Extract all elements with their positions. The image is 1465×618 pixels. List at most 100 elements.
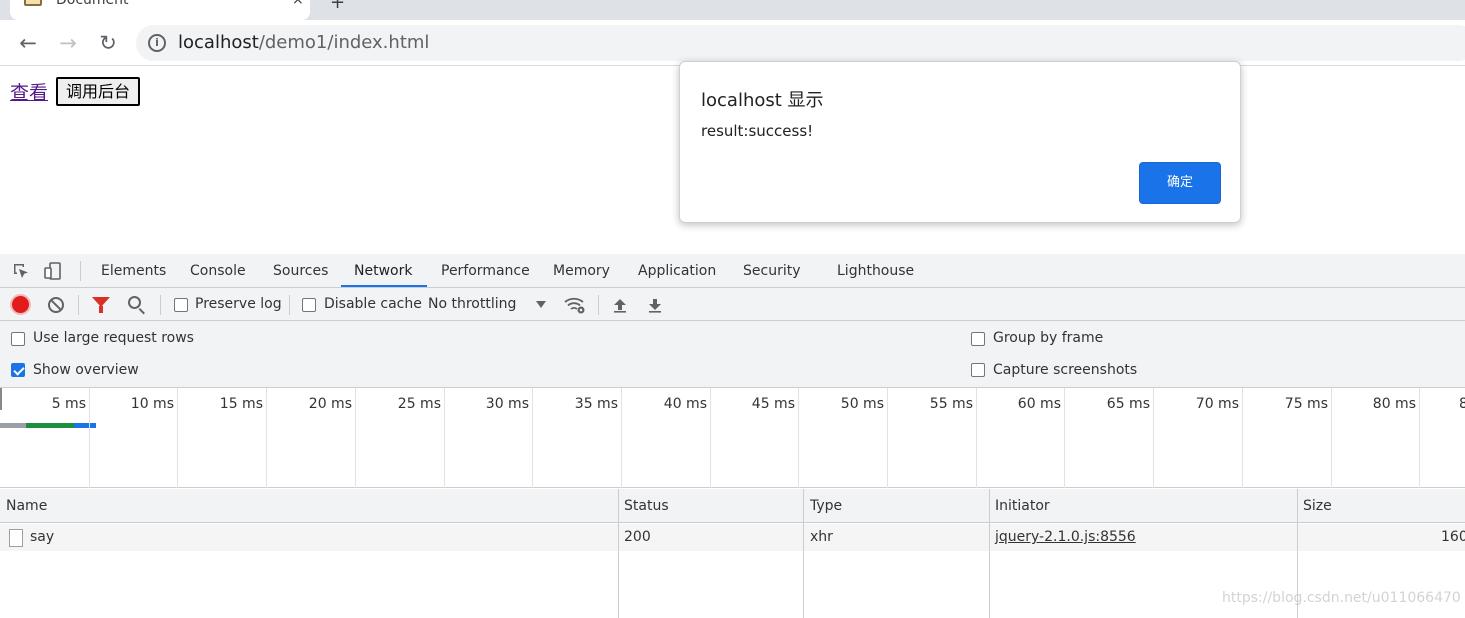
disable-cache-checkbox[interactable] — [302, 298, 316, 312]
tab-elements[interactable]: Elements — [101, 254, 166, 288]
request-name[interactable]: say — [30, 524, 54, 551]
forward-arrow-icon[interactable]: → — [54, 29, 82, 57]
tab-performance[interactable]: Performance — [441, 254, 530, 288]
timeline-tick-label: 30 ms — [485, 396, 529, 412]
active-tab-indicator — [341, 285, 427, 287]
search-icon[interactable] — [128, 296, 141, 309]
site-info-icon[interactable]: i — [148, 34, 166, 52]
timeline-tick-label: 8 — [1459, 396, 1465, 412]
timeline-gridline — [1242, 388, 1243, 488]
throttling-select[interactable]: No throttling — [428, 296, 516, 312]
timeline-gridline — [976, 388, 977, 488]
timeline-gridline — [444, 388, 445, 488]
timeline-gridline — [887, 388, 888, 488]
filter-icon[interactable] — [92, 297, 110, 313]
network-toolbar: Preserve log Disable cache No throttling — [0, 288, 1465, 321]
timeline-gridline — [621, 388, 622, 488]
timeline-gridline — [177, 388, 178, 488]
browser-tab[interactable]: Document × — [10, 0, 310, 20]
dialog-ok-button[interactable]: 确定 — [1139, 162, 1221, 204]
browser-toolbar: ← → ↻ i localhost/demo1/index.html — [0, 20, 1465, 66]
call-backend-button[interactable]: 调用后台 — [56, 77, 141, 106]
tab-console[interactable]: Console — [190, 254, 246, 288]
browser-window: Document × + ← → ↻ i localhost/demo1/ind… — [0, 0, 1465, 618]
timeline-tick-label: 65 ms — [1106, 396, 1150, 412]
timeline-tick-label: 15 ms — [219, 396, 263, 412]
request-initiator-link[interactable]: jquery-2.1.0.js:8556 — [995, 524, 1136, 551]
large-rows-label: Use large request rows — [33, 330, 194, 346]
timeline-tick-label: 5 ms — [51, 396, 86, 412]
alert-dialog: localhost 显示 result:success! 确定 — [679, 61, 1241, 223]
record-icon[interactable] — [12, 296, 29, 313]
timeline-gridline — [89, 388, 90, 488]
capture-screenshots-checkbox[interactable] — [971, 363, 985, 377]
url-path: /demo1/index.html — [258, 32, 430, 53]
timeline-tick-label: 60 ms — [1017, 396, 1061, 412]
disable-cache-label: Disable cache — [324, 296, 422, 312]
toolbar-separator — [160, 295, 161, 315]
tab-lighthouse[interactable]: Lighthouse — [837, 254, 914, 288]
column-divider[interactable] — [618, 489, 619, 618]
timeline-tick-label: 80 ms — [1372, 396, 1416, 412]
import-har-icon[interactable] — [612, 297, 628, 313]
large-rows-checkbox[interactable] — [11, 332, 25, 346]
device-toolbar-icon[interactable] — [44, 262, 62, 280]
timeline-gridline — [532, 388, 533, 488]
inspect-element-icon[interactable] — [12, 262, 30, 280]
show-overview-checkbox[interactable] — [11, 363, 25, 377]
export-har-icon[interactable] — [647, 297, 663, 313]
tab-network[interactable]: Network — [354, 254, 412, 288]
toolbar-separator — [598, 295, 599, 315]
devtools-panel: Elements Console Sources Network Perform… — [0, 254, 1465, 618]
url-host: localhost — [178, 32, 259, 53]
requests-table-header: Name Status Type Initiator Size — [0, 489, 1465, 523]
timeline-tick-label: 70 ms — [1195, 396, 1239, 412]
preserve-log-checkbox[interactable] — [174, 298, 188, 312]
waterfall-bar-waiting — [0, 423, 26, 428]
tab-application[interactable]: Application — [638, 254, 716, 288]
overview-handle[interactable] — [0, 388, 2, 410]
reload-icon[interactable]: ↻ — [94, 29, 122, 57]
tab-sources[interactable]: Sources — [273, 254, 328, 288]
column-type[interactable]: Type — [804, 489, 842, 523]
toolbar-separator — [289, 295, 290, 315]
back-arrow-icon[interactable]: ← — [14, 29, 42, 57]
request-type: xhr — [810, 529, 833, 545]
favicon-icon — [24, 0, 42, 6]
document-icon — [9, 529, 23, 547]
request-status: 200 — [624, 529, 651, 545]
column-divider[interactable] — [989, 489, 990, 618]
clear-icon[interactable] — [48, 297, 64, 313]
close-tab-icon[interactable]: × — [292, 0, 304, 8]
timeline-tick-label: 20 ms — [308, 396, 352, 412]
timeline-tick-label: 35 ms — [574, 396, 618, 412]
url-text: localhost/demo1/index.html — [178, 32, 429, 53]
new-tab-icon[interactable]: + — [330, 0, 345, 13]
network-conditions-icon[interactable] — [564, 296, 586, 314]
dialog-message: result:success! — [701, 122, 814, 140]
toolbar-separator — [78, 295, 79, 315]
tabbar-separator — [80, 261, 81, 281]
timeline-gridline — [355, 388, 356, 488]
column-size[interactable]: Size — [1297, 489, 1332, 523]
column-divider[interactable] — [803, 489, 804, 618]
view-link[interactable]: 查看 — [10, 78, 48, 105]
column-initiator[interactable]: Initiator — [989, 489, 1050, 523]
chevron-down-icon[interactable] — [536, 301, 546, 308]
table-row[interactable]: say 200 xhr jquery-2.1.0.js:8556 160 — [0, 524, 1465, 551]
tab-security[interactable]: Security — [743, 254, 801, 288]
column-name[interactable]: Name — [0, 489, 47, 523]
timeline-gridline — [1419, 388, 1420, 488]
timeline-tick-label: 25 ms — [397, 396, 441, 412]
timeline-tick-label: 45 ms — [751, 396, 795, 412]
tab-memory[interactable]: Memory — [553, 254, 610, 288]
group-by-frame-checkbox[interactable] — [971, 332, 985, 346]
timeline-tick-label: 55 ms — [929, 396, 973, 412]
timeline-overview[interactable]: 5 ms 10 ms 15 ms 20 ms 25 ms 30 ms 35 ms 40 ms 4… — [0, 388, 1465, 488]
address-bar[interactable]: i localhost/demo1/index.html — [136, 25, 1465, 61]
timeline-gridline — [1064, 388, 1065, 488]
timeline-gridline — [798, 388, 799, 488]
devtools-tabbar: Elements Console Sources Network Perform… — [0, 254, 1465, 288]
column-status[interactable]: Status — [618, 489, 669, 523]
tab-title: Document — [56, 0, 129, 8]
